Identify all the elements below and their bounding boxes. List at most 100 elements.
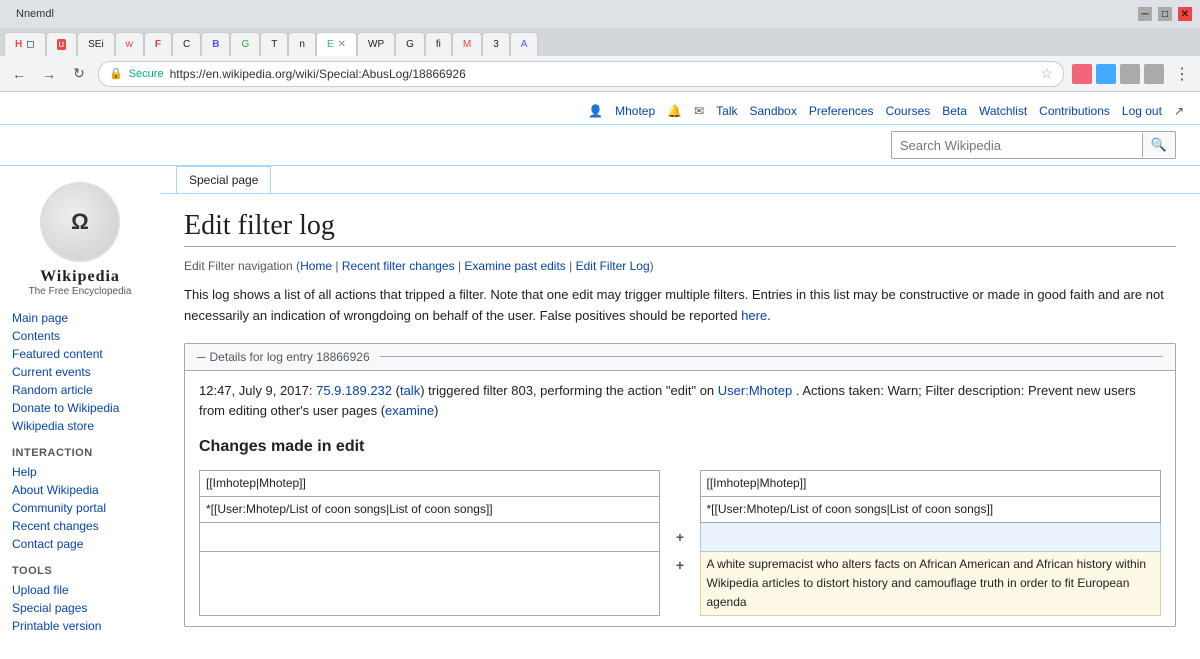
user-icon: 👤 <box>588 104 603 118</box>
diff-plus-4: + <box>660 551 700 616</box>
toolbar-icon-2[interactable] <box>1096 64 1116 84</box>
diff-row-4: + A white supremacist who alters facts o… <box>200 551 1161 616</box>
wiki-logo-image: Ω <box>40 182 120 262</box>
tab-w[interactable]: w <box>115 32 144 56</box>
search-bar-row: 🔍 <box>0 125 1200 166</box>
preferences-link[interactable]: Preferences <box>809 104 874 118</box>
toolbar-icons <box>1072 64 1164 84</box>
diff-cell-new-4: A white supremacist who alters facts on … <box>700 551 1161 616</box>
sidebar-interaction-title: Interaction <box>12 447 148 459</box>
wiki-tabs-bar: Special page <box>160 166 1200 194</box>
tab-h[interactable]: H◻ <box>4 32 46 56</box>
tab-m[interactable]: M <box>452 32 482 56</box>
diff-table: [[Imhotep|Mhotep]] [[Imhotep|Mhotep]] <box>199 470 1161 616</box>
tab-wp[interactable]: WP <box>357 32 395 56</box>
wiki-search-form[interactable]: 🔍 <box>891 131 1176 159</box>
diff-cell-old-4 <box>200 551 660 616</box>
sidebar-item-help[interactable]: Help <box>12 463 148 481</box>
sidebar-item-contents[interactable]: Contents <box>12 327 148 345</box>
external-link-icon: ↗ <box>1174 104 1184 118</box>
log-examine-link[interactable]: examine <box>385 403 434 418</box>
log-entry-header-text: Details for log entry 18866926 <box>210 350 370 364</box>
tab-a[interactable]: A <box>510 32 539 56</box>
sidebar-item-upload-file[interactable]: Upload file <box>12 581 148 599</box>
sidebar-item-about-wikipedia[interactable]: About Wikipedia <box>12 481 148 499</box>
sidebar-item-printable-version[interactable]: Printable version <box>12 617 148 635</box>
tab-f[interactable]: F <box>144 32 172 56</box>
filter-nav-home[interactable]: Home <box>300 259 332 273</box>
refresh-button[interactable]: ↻ <box>68 63 90 85</box>
contributions-link[interactable]: Contributions <box>1039 104 1110 118</box>
toolbar-icon-4[interactable] <box>1144 64 1164 84</box>
sidebar-item-special-pages[interactable]: Special pages <box>12 599 148 617</box>
address-bar[interactable]: 🔒 Secure https://en.wikipedia.org/wiki/S… <box>98 61 1064 87</box>
filter-nav-log[interactable]: Edit Filter Log <box>576 259 650 273</box>
talk-link[interactable]: Talk <box>716 104 737 118</box>
filter-nav-examine[interactable]: Examine past edits <box>464 259 565 273</box>
diff-cell-new-1: [[Imhotep|Mhotep]] <box>700 470 1161 496</box>
tab-3[interactable]: 3 <box>482 32 510 56</box>
log-entry-box: ─ Details for log entry 18866926 12:47, … <box>184 343 1176 628</box>
sidebar-item-featured-content[interactable]: Featured content <box>12 345 148 363</box>
browser-menu-button[interactable]: ⋮ <box>1172 62 1192 86</box>
toolbar-icon-3[interactable] <box>1120 64 1140 84</box>
sidebar-item-wikipedia-store[interactable]: Wikipedia store <box>12 417 148 435</box>
wiki-logo-subtitle: The Free Encyclopedia <box>12 286 148 297</box>
wiki-header: 👤 Mhotep 🔔 ✉ Talk Sandbox Preferences Co… <box>0 92 1200 125</box>
messages-icon[interactable]: ✉ <box>694 104 704 118</box>
lock-icon: 🔒 <box>109 67 123 80</box>
log-user-link[interactable]: User:Mhotep <box>718 383 792 398</box>
forward-button[interactable]: → <box>38 63 60 85</box>
sidebar-item-main-page[interactable]: Main page <box>12 309 148 327</box>
filter-nav-recent[interactable]: Recent filter changes <box>342 259 455 273</box>
minimize-button[interactable]: ─ <box>1138 7 1152 21</box>
toolbar-icon-1[interactable] <box>1072 64 1092 84</box>
logout-link[interactable]: Log out <box>1122 104 1162 118</box>
tab-u[interactable]: u <box>46 32 78 56</box>
sidebar-item-current-events[interactable]: Current events <box>12 363 148 381</box>
sidebar-item-random-article[interactable]: Random article <box>12 381 148 399</box>
tab-b1[interactable]: B <box>201 32 230 56</box>
sidebar-item-contact-page[interactable]: Contact page <box>12 535 148 553</box>
browser-addressbar: ← → ↻ 🔒 Secure https://en.wikipedia.org/… <box>0 56 1200 92</box>
bookmark-button[interactable]: ☆ <box>1040 65 1053 82</box>
notifications-icon[interactable]: 🔔 <box>667 104 682 118</box>
sandbox-link[interactable]: Sandbox <box>749 104 796 118</box>
maximize-button[interactable]: □ <box>1158 7 1172 21</box>
sidebar-item-community-portal[interactable]: Community portal <box>12 499 148 517</box>
page-title: Edit filter log <box>184 210 1176 247</box>
here-link[interactable]: here <box>741 308 767 323</box>
log-ip-link[interactable]: 75.9.189.232 <box>316 383 392 398</box>
tab-active[interactable]: E ✕ <box>316 32 357 56</box>
courses-link[interactable]: Courses <box>886 104 931 118</box>
tab-special-page[interactable]: Special page <box>176 166 271 193</box>
tab-t1[interactable]: T <box>260 32 288 56</box>
diff-cell-old-1: [[Imhotep|Mhotep]] <box>200 470 660 496</box>
diff-plus-3: + <box>660 523 700 551</box>
wiki-logo-omega: Ω <box>71 209 89 235</box>
diff-cell-new-3 <box>700 523 1161 551</box>
back-button[interactable]: ← <box>8 63 30 85</box>
watchlist-link[interactable]: Watchlist <box>979 104 1027 118</box>
log-talk-link[interactable]: talk <box>400 383 420 398</box>
tab-c1[interactable]: C <box>172 32 201 56</box>
tab-fi[interactable]: fi <box>425 32 452 56</box>
diff-cell-old-3 <box>200 523 660 551</box>
tab-n[interactable]: n <box>288 32 316 56</box>
sidebar-item-donate[interactable]: Donate to Wikipedia <box>12 399 148 417</box>
search-button[interactable]: 🔍 <box>1142 133 1175 157</box>
close-button[interactable]: ✕ <box>1178 7 1192 21</box>
log-entry-content: 12:47, July 9, 2017: 75.9.189.232 (talk)… <box>185 371 1175 627</box>
sidebar-tools-title: Tools <box>12 565 148 577</box>
diff-cell-new-2: *[[User:Mhotep/List of coon songs|List o… <box>700 496 1161 522</box>
tab-g1[interactable]: G <box>230 32 260 56</box>
tab-sei[interactable]: SEi <box>77 32 115 56</box>
browser-titlebar: Nnemdl ─ □ ✕ <box>0 0 1200 28</box>
tab-g2[interactable]: G <box>395 32 425 56</box>
search-input[interactable] <box>892 134 1142 157</box>
sidebar-item-recent-changes[interactable]: Recent changes <box>12 517 148 535</box>
username-link[interactable]: Mhotep <box>615 104 655 118</box>
wiki-sidebar: Ω Wikipedia The Free Encyclopedia Main p… <box>0 166 160 659</box>
wiki-top-nav: 👤 Mhotep 🔔 ✉ Talk Sandbox Preferences Co… <box>588 98 1184 124</box>
beta-link[interactable]: Beta <box>942 104 967 118</box>
